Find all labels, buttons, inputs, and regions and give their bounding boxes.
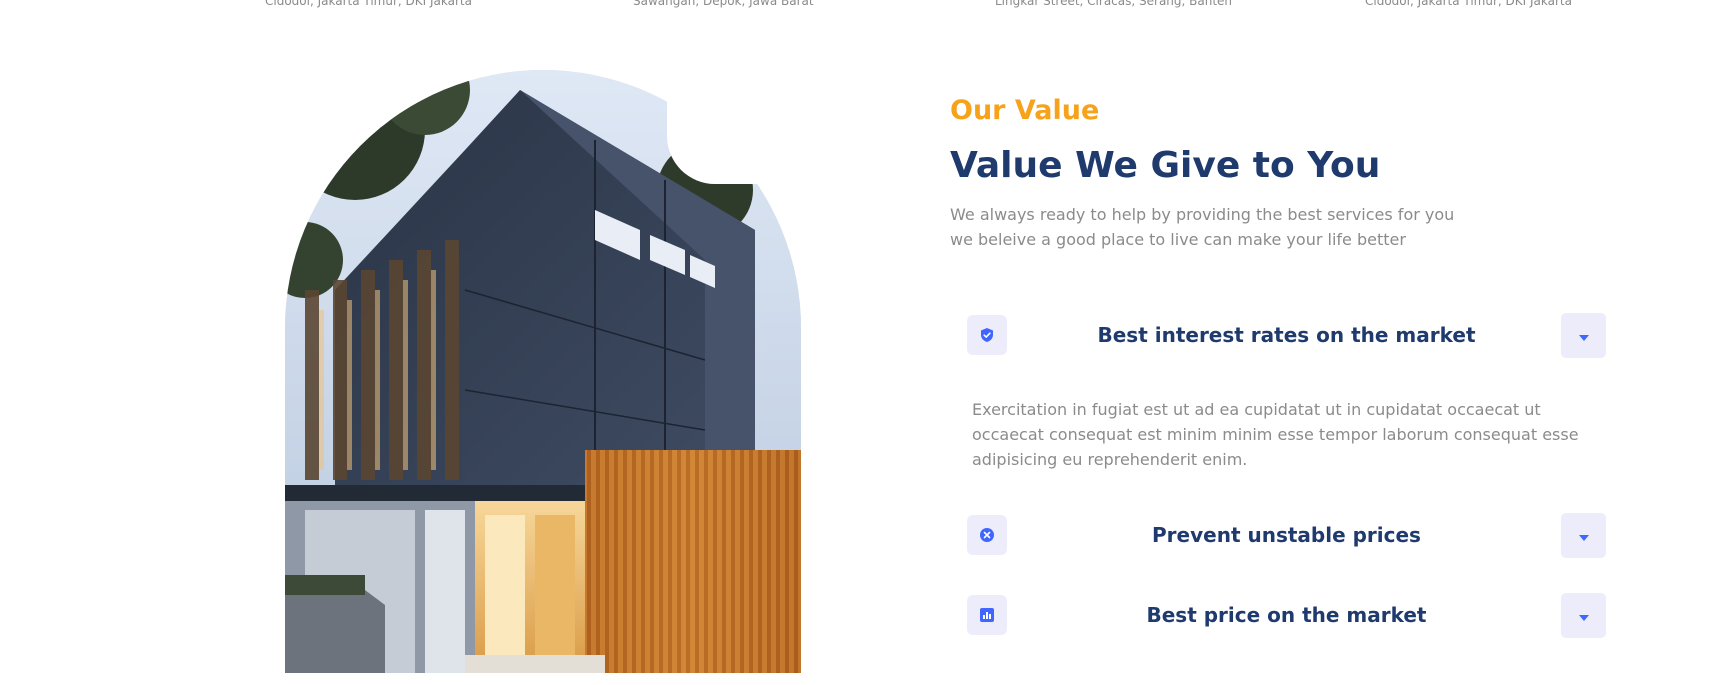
x-circle-icon (967, 515, 1007, 555)
intro-line: We always ready to help by providing the… (950, 205, 1455, 224)
accordion-item-unstable-prices[interactable]: Prevent unstable prices (967, 513, 1606, 558)
section-intro: We always ready to help by providing the… (950, 202, 1510, 252)
bar-chart-icon (967, 595, 1007, 635)
caret-down-icon (1578, 326, 1589, 345)
accordion-toggle-button[interactable] (1561, 513, 1606, 558)
property-location: Sawangan, Depok, Jawa Barat (633, 0, 814, 8)
section-eyebrow: Our Value (950, 95, 1100, 126)
body-line: Exercitation in fugiat est ut ad ea cupi… (972, 400, 1541, 419)
property-location: Lingkar Street, Ciracas, Serang, Banten (995, 0, 1233, 8)
accordion-item-title[interactable]: Best interest rates on the market (1027, 313, 1546, 357)
accordion-item-interest-rates[interactable]: Best interest rates on the market (967, 313, 1606, 358)
caret-down-icon (1578, 606, 1589, 625)
body-line: adipisicing eu reprehenderit enim. (972, 450, 1248, 469)
shield-check-icon (967, 315, 1007, 355)
our-value-section: Cidodol, Jakarta Timur, DKI Jakarta Sawa… (0, 0, 1713, 685)
accordion-item-best-price[interactable]: Best price on the market (967, 593, 1606, 638)
accordion-toggle-button[interactable] (1561, 313, 1606, 358)
body-line: occaecat consequat est minim minim esse … (972, 425, 1579, 444)
accordion-item-title[interactable]: Prevent unstable prices (1027, 513, 1546, 557)
property-locations-row: Cidodol, Jakarta Timur, DKI Jakarta Sawa… (0, 0, 1713, 8)
property-location: Cidodol, Jakarta Timur, DKI Jakarta (265, 0, 472, 8)
accordion-item-title[interactable]: Best price on the market (1027, 593, 1546, 637)
property-location: Cidodol, Jakarta Timur, DKI Jakarta (1365, 0, 1572, 8)
intro-line: we beleive a good place to live can make… (950, 230, 1406, 249)
caret-down-icon (1578, 526, 1589, 545)
image-notch (667, 52, 817, 184)
section-title: Value We Give to You (950, 145, 1381, 186)
accordion-toggle-button[interactable] (1561, 593, 1606, 638)
accordion-item-body: Exercitation in fugiat est ut ad ea cupi… (972, 397, 1597, 472)
